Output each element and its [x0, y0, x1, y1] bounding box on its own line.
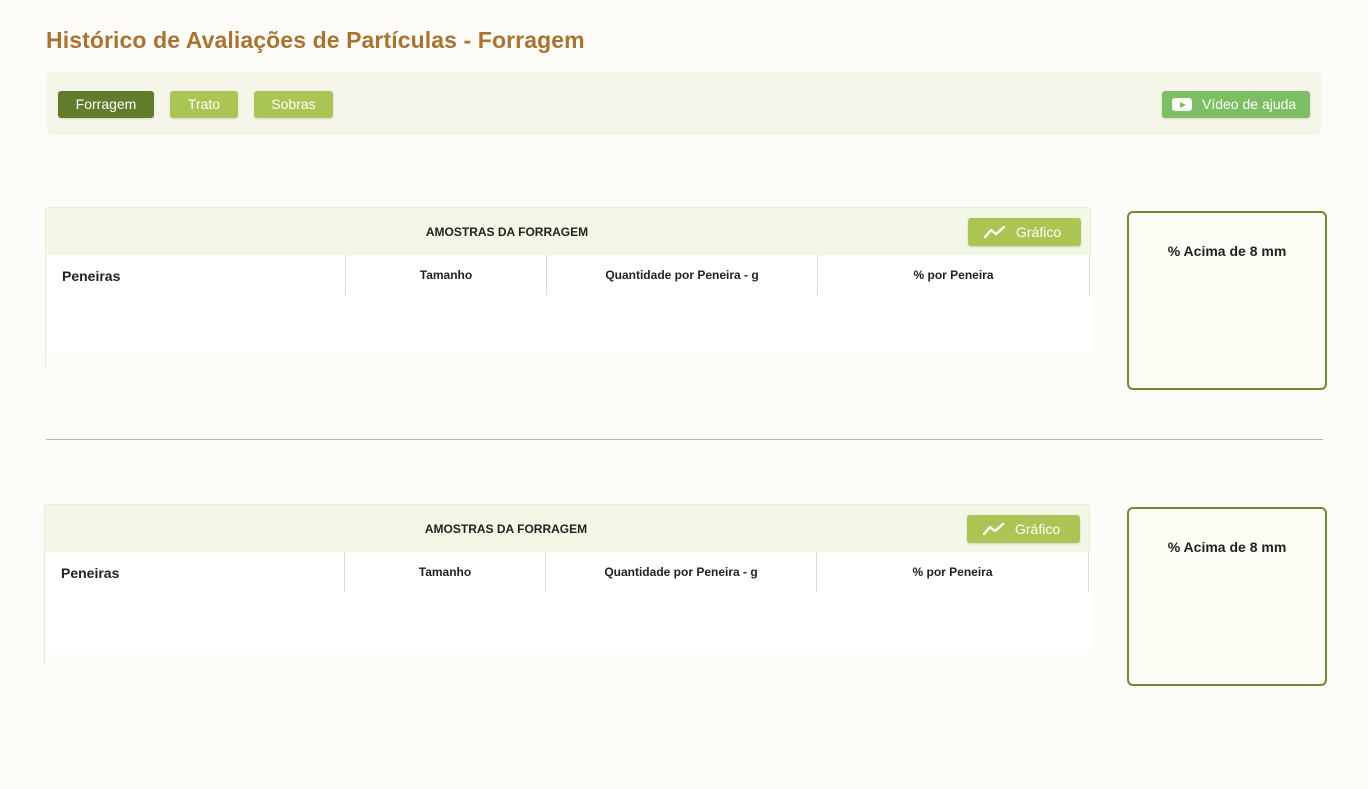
panel-title: AMOSTRAS DA FORRAGEM: [425, 225, 589, 239]
table-header: Peneiras Tamanho Quantidade por Peneira …: [44, 552, 1090, 592]
chart-button-label: Gráfico: [1016, 224, 1062, 240]
card-title: % Acima de 8 mm: [1167, 539, 1287, 555]
percent-above-8mm-card: % Acima de 8 mm: [1127, 211, 1327, 390]
chart-button[interactable]: Gráfico: [968, 218, 1081, 246]
column-header-quantidade: Quantidade por Peneira - g: [546, 552, 817, 592]
samples-panel: AMOSTRAS DA FORRAGEM Gráfico Peneiras Ta…: [44, 504, 1090, 664]
panel-header: AMOSTRAS DA FORRAGEM Gráfico: [45, 207, 1091, 255]
panel-header: AMOSTRAS DA FORRAGEM Gráfico: [44, 504, 1090, 552]
column-header-tamanho: Tamanho: [346, 255, 547, 295]
table-footer: [44, 650, 1090, 664]
help-video-label: Vídeo de ajuda: [1202, 96, 1297, 112]
line-chart-icon: [983, 522, 1005, 536]
panel-title: AMOSTRAS DA FORRAGEM: [424, 522, 588, 536]
column-header-peneiras: Peneiras: [44, 552, 345, 592]
samples-panel: AMOSTRAS DA FORRAGEM Gráfico Peneiras Ta…: [45, 207, 1091, 367]
column-header-percentual: % por Peneira: [818, 255, 1090, 295]
column-header-tamanho: Tamanho: [345, 552, 546, 592]
chart-button-label: Gráfico: [1015, 521, 1061, 537]
youtube-play-icon: [1172, 98, 1192, 111]
tab-sobras[interactable]: Sobras: [254, 91, 333, 118]
card-title: % Acima de 8 mm: [1167, 243, 1287, 259]
table-header: Peneiras Tamanho Quantidade por Peneira …: [45, 255, 1091, 295]
table-body: [45, 295, 1091, 353]
page: Histórico de Avaliações de Partículas - …: [0, 0, 1368, 789]
card-value: [1151, 293, 1297, 361]
section-divider: [46, 439, 1323, 440]
table-body: [44, 592, 1090, 650]
help-video-button[interactable]: Vídeo de ajuda: [1162, 91, 1310, 118]
line-chart-icon: [984, 225, 1006, 239]
table-footer: [45, 353, 1091, 367]
column-header-peneiras: Peneiras: [45, 255, 346, 295]
percent-above-8mm-card: % Acima de 8 mm: [1127, 507, 1327, 686]
tab-forragem[interactable]: Forragem: [58, 91, 154, 118]
chart-button[interactable]: Gráfico: [967, 515, 1080, 543]
toolbar: Forragem Trato Sobras Vídeo de ajuda: [46, 72, 1322, 135]
page-title: Histórico de Avaliações de Partículas - …: [46, 27, 585, 53]
column-header-percentual: % por Peneira: [817, 552, 1089, 592]
column-header-quantidade: Quantidade por Peneira - g: [547, 255, 818, 295]
tab-trato[interactable]: Trato: [170, 91, 238, 118]
card-value: [1151, 589, 1297, 657]
